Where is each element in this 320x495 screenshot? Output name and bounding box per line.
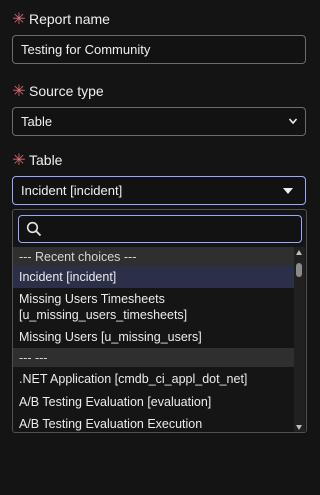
required-icon: ✳ (12, 83, 26, 100)
table-label: ✳ Table (12, 150, 62, 170)
option-group-separator: --- --- (13, 348, 295, 367)
dropdown-options-list: --- Recent choices --- Incident [inciden… (13, 247, 295, 432)
table-label-text: Table (29, 152, 63, 168)
report-name-label-text: Report name (29, 11, 110, 27)
search-icon (26, 221, 42, 237)
source-type-select[interactable]: Table (12, 107, 306, 136)
source-type-value: Table (21, 114, 53, 129)
required-icon: ✳ (12, 152, 26, 169)
option-missing-users[interactable]: Missing Users [u_missing_users] (13, 326, 295, 348)
scroll-down-icon[interactable] (296, 425, 302, 430)
option-group-header: --- Recent choices --- (13, 247, 295, 266)
dropdown-arrow-icon (283, 188, 293, 194)
scroll-up-icon[interactable] (296, 250, 302, 255)
option-ab-testing-evaluation[interactable]: A/B Testing Evaluation [evaluation] (13, 390, 295, 413)
option-ab-testing-evaluation-execution[interactable]: A/B Testing Evaluation Execution (13, 413, 295, 432)
source-type-label: ✳ Source type (12, 81, 104, 101)
report-name-value: Testing for Community (21, 42, 151, 57)
table-value: Incident [incident] (21, 183, 123, 198)
table-dropdown: --- Recent choices --- Incident [inciden… (12, 209, 307, 433)
dropdown-search-input[interactable] (18, 215, 302, 243)
report-name-input[interactable]: Testing for Community (12, 35, 306, 64)
table-select[interactable]: Incident [incident] (12, 176, 306, 205)
scrollbar-thumb[interactable] (296, 263, 302, 277)
option-dotnet-application[interactable]: .NET Application [cmdb_ci_appl_dot_net] (13, 367, 295, 390)
dropdown-scrollbar[interactable] (294, 247, 305, 432)
source-type-label-text: Source type (29, 83, 104, 99)
option-incident[interactable]: Incident [incident] (13, 266, 295, 288)
required-icon: ✳ (12, 11, 26, 28)
chevron-down-icon (288, 118, 298, 125)
option-missing-users-timesheets[interactable]: Missing Users Timesheets [u_missing_user… (13, 288, 295, 326)
report-name-label: ✳ Report name (12, 9, 110, 29)
